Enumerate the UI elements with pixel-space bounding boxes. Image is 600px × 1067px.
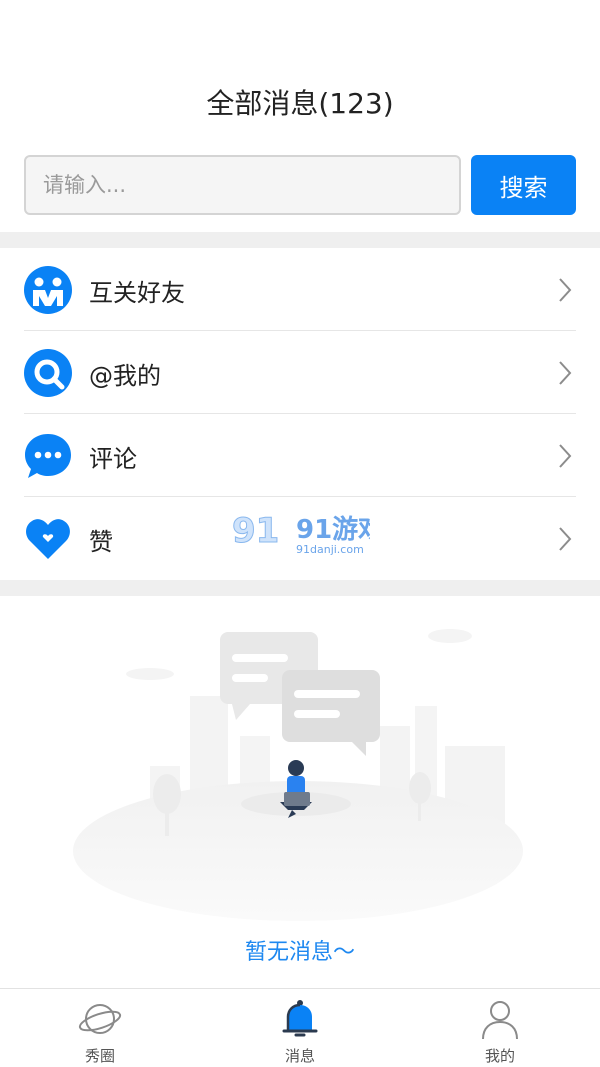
tab-show-circle[interactable]: 秀圈 — [0, 989, 200, 1067]
tab-label: 我的 — [484, 1047, 515, 1065]
watermark-brand: 91游戏 — [296, 515, 370, 545]
messages-page: 全部消息(123) 搜索 互关好友 — [0, 0, 600, 1067]
search-bar: 搜索 — [24, 155, 576, 215]
menu-item-comments[interactable]: 评论 — [0, 414, 600, 497]
at-mention-icon — [24, 349, 72, 397]
planet-icon — [78, 1004, 122, 1034]
tab-label: 消息 — [284, 1047, 315, 1065]
user-icon — [482, 1001, 518, 1040]
heart-icon — [26, 519, 70, 559]
watermark-logo: 91 91游戏 91danji.com — [230, 508, 385, 558]
empty-state-illustration — [73, 629, 523, 921]
section-divider — [0, 580, 600, 596]
menu-item-mutual-friends[interactable]: 互关好友 — [0, 248, 600, 331]
page-title: 全部消息(123) — [206, 87, 394, 120]
menu-item-label: 赞 — [89, 528, 113, 556]
tab-label: 秀圈 — [84, 1047, 115, 1065]
empty-state-text: 暂无消息～ — [244, 940, 355, 965]
tab-messages[interactable]: 消息 — [200, 989, 400, 1067]
search-button[interactable]: 搜索 — [471, 155, 576, 215]
search-input[interactable] — [24, 155, 461, 215]
menu-item-label: @我的 — [89, 362, 161, 390]
mutual-friends-icon — [24, 266, 72, 314]
tab-mine[interactable]: 我的 — [400, 989, 600, 1067]
bell-icon — [282, 1000, 318, 1037]
chevron-right-icon — [559, 361, 572, 385]
comment-icon — [25, 434, 71, 478]
svg-text:91: 91 — [232, 511, 279, 551]
chevron-right-icon — [559, 444, 572, 468]
menu-item-label: 互关好友 — [89, 279, 185, 307]
section-divider — [0, 232, 600, 248]
watermark-site: 91danji.com — [296, 543, 364, 556]
bottom-tab-bar: 秀圈 消息 我的 — [0, 988, 600, 1067]
chevron-right-icon — [559, 278, 572, 302]
menu-item-at-me[interactable]: @我的 — [0, 331, 600, 414]
menu-item-label: 评论 — [89, 445, 137, 473]
chevron-right-icon — [559, 527, 572, 551]
